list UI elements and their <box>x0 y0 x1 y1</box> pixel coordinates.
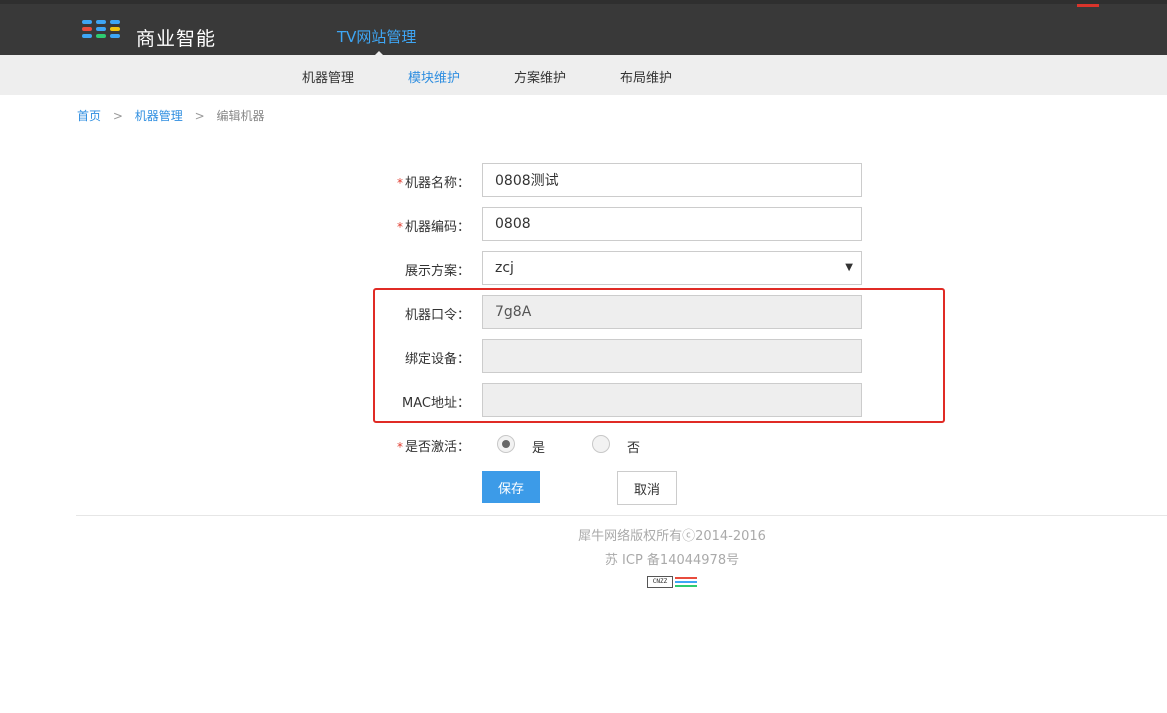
mac-address-label: MAC地址： <box>402 396 470 411</box>
active-no-label[interactable]: 否 <box>627 437 640 456</box>
breadcrumb-separator: > <box>194 109 205 123</box>
machine-name-label: * 机器名称： <box>396 176 470 191</box>
cnzz-badge-icon[interactable]: CNZZ <box>647 576 697 588</box>
machine-name-input[interactable] <box>482 163 862 197</box>
subnav-item-layout-maintenance[interactable]: 布局维护 <box>620 67 672 86</box>
save-button[interactable]: 保存 <box>482 471 540 503</box>
subnav-item-scheme-maintenance[interactable]: 方案维护 <box>514 67 566 86</box>
active-no-radio[interactable] <box>592 435 610 453</box>
subnav-item-module-maintenance[interactable]: 模块维护 <box>408 67 460 86</box>
dropdown-arrow-icon: ▼ <box>845 262 853 273</box>
required-mark: * <box>396 220 403 234</box>
breadcrumb-machine-management-link[interactable]: 机器管理 <box>135 109 183 123</box>
breadcrumb-separator: > <box>112 109 123 123</box>
breadcrumb-current: 编辑机器 <box>216 109 265 123</box>
logo-grid-icon <box>82 20 122 42</box>
brand-name: 商业智能 <box>136 28 217 50</box>
top-notification-indicator <box>1077 4 1099 7</box>
active-yes-label[interactable]: 是 <box>532 437 545 456</box>
nav-tv-site-management[interactable]: TV网站管理 <box>337 26 416 47</box>
bound-device-input[interactable] <box>482 339 862 373</box>
cancel-button[interactable]: 取消 <box>617 471 677 505</box>
required-mark: * <box>396 176 403 190</box>
footer-icp: 苏 ICP 备14044978号 <box>604 553 740 568</box>
bound-device-label: 绑定设备： <box>404 352 470 367</box>
is-active-label: * 是否激活： <box>396 440 470 455</box>
subnav-item-machine-management[interactable]: 机器管理 <box>302 67 354 86</box>
breadcrumb: 首页 > 机器管理 > 编辑机器 <box>77 107 264 124</box>
display-scheme-label: 展示方案： <box>404 264 470 279</box>
machine-token-input[interactable] <box>482 295 862 329</box>
mac-address-input[interactable] <box>482 383 862 417</box>
footer-divider <box>76 515 1167 516</box>
display-scheme-selected-value: zcj <box>495 260 514 276</box>
breadcrumb-home-link[interactable]: 首页 <box>77 109 101 123</box>
active-yes-radio[interactable] <box>497 435 515 453</box>
machine-code-label: * 机器编码： <box>396 220 470 235</box>
display-scheme-select[interactable]: zcj ▼ <box>482 251 862 285</box>
machine-code-input[interactable] <box>482 207 862 241</box>
required-mark: * <box>396 440 403 454</box>
footer-copyright: 犀牛网络版权所有ⓒ2014-2016 <box>578 529 766 544</box>
cnzz-badge-text: CNZZ <box>647 576 673 588</box>
machine-token-label: 机器口令： <box>404 308 470 323</box>
top-navbar: 商业智能 TV网站管理 <box>0 0 1167 59</box>
sub-navbar: 机器管理 模块维护 方案维护 布局维护 <box>0 55 1167 95</box>
